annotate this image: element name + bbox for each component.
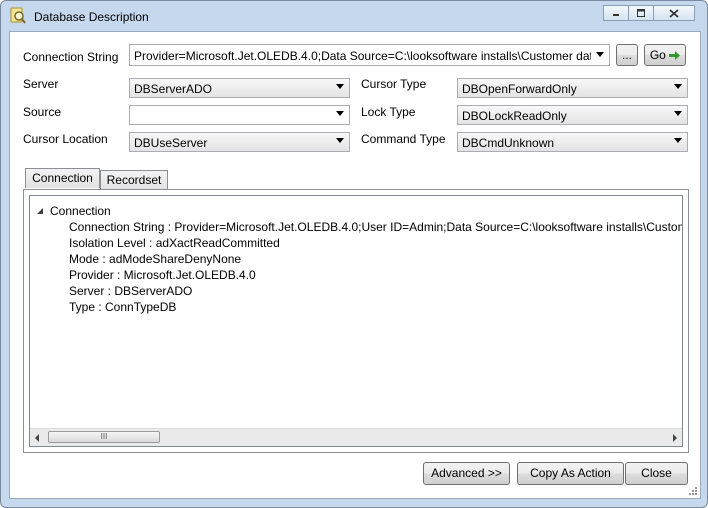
command-type-combo[interactable]: DBCmdUnknown <box>457 132 688 152</box>
cursor-location-combo[interactable]: DBUseServer <box>129 132 350 152</box>
window-title: Database Description <box>34 10 149 24</box>
tree-viewport: Connection Connection String : Provider=… <box>30 196 682 428</box>
connection-string-combo[interactable]: Provider=Microsoft.Jet.OLEDB.4.0;Data So… <box>129 44 610 66</box>
server-label: Server <box>23 77 59 91</box>
tab-panel: Connection Connection String : Provider=… <box>23 189 689 453</box>
connection-string-label: Connection String <box>23 50 119 64</box>
scroll-thumb[interactable]: III <box>48 431 160 443</box>
tab-recordset[interactable]: Recordset <box>100 170 168 190</box>
chevron-down-icon[interactable] <box>336 138 344 143</box>
collapse-triangle-icon[interactable] <box>36 207 44 215</box>
resize-grip-icon[interactable] <box>688 486 698 496</box>
advanced-button[interactable]: Advanced >> <box>423 462 510 485</box>
browse-label: ... <box>621 48 632 62</box>
browse-button[interactable]: ... <box>616 44 638 66</box>
server-value: DBServerADO <box>134 82 213 96</box>
tab-recordset-label: Recordset <box>106 173 162 187</box>
dialog-window: Database Description Connection String P… <box>0 0 708 508</box>
server-combo[interactable]: DBServerADO <box>129 78 350 98</box>
tree-item-isolation-level[interactable]: Isolation Level : adXactReadCommitted <box>69 236 280 250</box>
tab-connection-label: Connection <box>32 171 93 185</box>
copy-as-action-label: Copy As Action <box>530 466 611 480</box>
tree-root-connection[interactable]: Connection <box>50 204 111 218</box>
tree-item-mode[interactable]: Mode : adModeShareDenyNone <box>69 252 241 266</box>
dialog-content: Connection String Provider=Microsoft.Jet… <box>9 31 701 499</box>
maximize-icon[interactable] <box>628 5 654 21</box>
cursor-location-value: DBUseServer <box>134 136 208 150</box>
cursor-type-combo[interactable]: DBOpenForwardOnly <box>457 78 688 98</box>
copy-as-action-button[interactable]: Copy As Action <box>517 462 624 485</box>
cursor-type-value: DBOpenForwardOnly <box>462 82 577 96</box>
database-description-icon <box>10 7 26 24</box>
minimize-icon[interactable] <box>603 5 629 21</box>
scroll-left-icon[interactable] <box>35 434 39 442</box>
cursor-location-label: Cursor Location <box>23 132 108 146</box>
source-label: Source <box>23 105 62 119</box>
lock-type-combo[interactable]: DBOLockReadOnly <box>457 105 688 125</box>
go-label: Go <box>649 48 666 62</box>
tree-item-server[interactable]: Server : DBServerADO <box>69 284 192 298</box>
tree-item-type[interactable]: Type : ConnTypeDB <box>69 300 176 314</box>
cursor-type-label: Cursor Type <box>361 77 427 91</box>
lock-type-value: DBOLockReadOnly <box>462 109 567 123</box>
chevron-down-icon[interactable] <box>596 52 604 57</box>
close-label: Close <box>641 466 672 480</box>
close-button[interactable]: Close <box>625 462 688 485</box>
scroll-grip: III <box>100 432 108 441</box>
connection-tree[interactable]: Connection Connection String : Provider=… <box>29 195 683 447</box>
tree-item-connection-string[interactable]: Connection String : Provider=Microsoft.J… <box>69 220 682 234</box>
lock-type-label: Lock Type <box>361 105 416 119</box>
chevron-down-icon[interactable] <box>674 138 682 143</box>
chevron-down-icon[interactable] <box>674 84 682 89</box>
source-combo[interactable] <box>129 105 350 125</box>
tree-item-provider[interactable]: Provider : Microsoft.Jet.OLEDB.4.0 <box>69 268 256 282</box>
scroll-right-icon[interactable] <box>673 434 677 442</box>
chevron-down-icon[interactable] <box>336 84 344 89</box>
tab-connection[interactable]: Connection <box>25 168 100 188</box>
arrow-right-icon <box>669 51 681 60</box>
chevron-down-icon[interactable] <box>336 111 344 116</box>
chevron-down-icon[interactable] <box>674 111 682 116</box>
horizontal-scrollbar[interactable]: III <box>30 428 682 446</box>
command-type-value: DBCmdUnknown <box>462 136 555 150</box>
connection-string-value: Provider=Microsoft.Jet.OLEDB.4.0;Data So… <box>134 49 591 63</box>
close-icon[interactable] <box>653 5 695 21</box>
advanced-label: Advanced >> <box>431 466 502 480</box>
title-bar: Database Description <box>1 1 707 31</box>
command-type-label: Command Type <box>361 132 446 146</box>
go-button[interactable]: Go <box>644 44 686 66</box>
